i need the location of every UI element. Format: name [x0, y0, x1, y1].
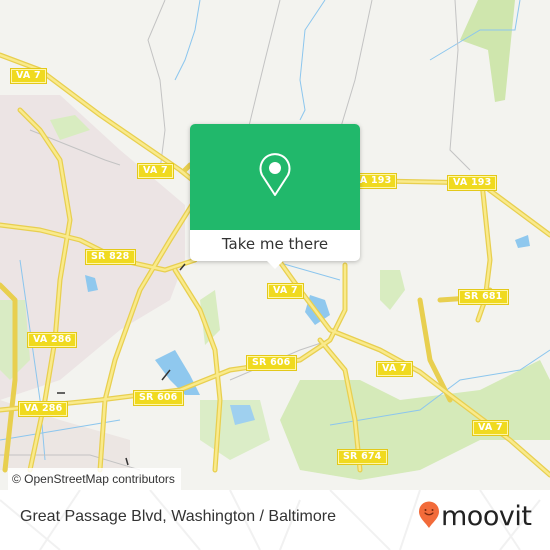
road-label-va7: VA 7 [10, 68, 47, 84]
road-label-va7: VA 7 [376, 361, 413, 377]
minor-road [247, 0, 281, 131]
minor-road [147, 0, 166, 171]
moovit-logo[interactable]: moovit [418, 501, 532, 533]
road-label-va7: VA 7 [472, 420, 509, 436]
road-label-sr674: SR 674 [337, 449, 388, 465]
road-label-va286: VA 286 [26, 332, 78, 348]
stream [174, 0, 201, 81]
stream [299, 0, 326, 121]
moovit-pin-logo-icon [418, 501, 440, 533]
map-attribution[interactable]: © OpenStreetMap contributors [8, 468, 181, 490]
brand-name: moovit [441, 501, 532, 532]
popup-header[interactable] [190, 124, 360, 230]
directions-popup[interactable]: Take me there [190, 124, 360, 261]
road-label-va286: VA 286 [17, 401, 69, 417]
take-me-there-button[interactable]: Take me there [190, 230, 360, 261]
road-label-sr606: SR 606 [246, 355, 297, 371]
road-label-va7: VA 7 [267, 283, 304, 299]
road-label-sr606: SR 606 [133, 390, 184, 406]
footer-bar: Great Passage Blvd, Washington / Baltimo… [0, 490, 550, 550]
park [280, 360, 550, 480]
park [380, 270, 405, 310]
minor-road [339, 0, 373, 131]
lake [515, 235, 530, 248]
road-label-sr828: SR 828 [85, 249, 136, 265]
road-label-sr681: SR 681 [458, 289, 509, 305]
popup-pointer [266, 260, 284, 269]
road-label-va7: VA 7 [137, 163, 174, 179]
location-address: Great Passage Blvd, Washington / Baltimo… [20, 508, 336, 525]
park [460, 0, 515, 102]
location-pin-icon [257, 153, 293, 201]
road-label-va193: VA 193 [446, 175, 498, 191]
road-va193 [327, 177, 550, 238]
